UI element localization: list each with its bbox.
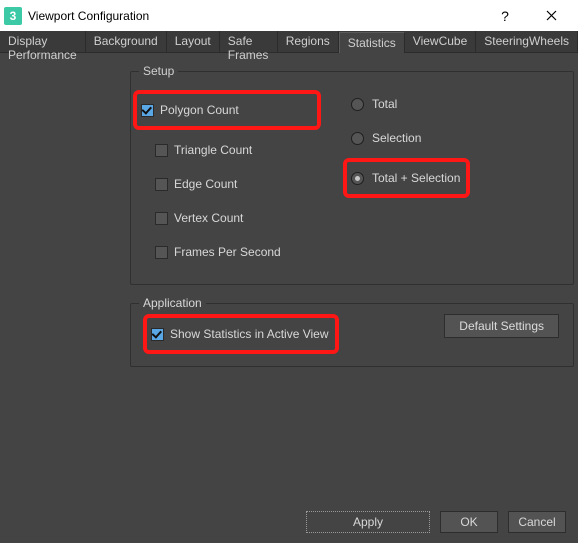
total-selection-radio[interactable] [351, 172, 364, 185]
selection-label: Selection [372, 131, 421, 145]
help-button[interactable]: ? [482, 0, 528, 31]
vertex-count-checkbox[interactable] [155, 212, 168, 225]
app-icon: 3 [4, 7, 22, 25]
title-bar: 3 Viewport Configuration ? [0, 0, 578, 31]
total-radio[interactable] [351, 98, 364, 111]
close-button[interactable] [528, 0, 574, 31]
fps-checkbox[interactable] [155, 246, 168, 259]
total-label: Total [372, 97, 397, 111]
application-group: Application Show Statistics in Active Vi… [130, 303, 574, 367]
selection-radio[interactable] [351, 132, 364, 145]
tab-statistics[interactable]: Statistics [339, 32, 405, 53]
window-title: Viewport Configuration [28, 9, 149, 23]
show-stats-checkbox[interactable] [151, 328, 164, 341]
edge-count-checkbox[interactable] [155, 178, 168, 191]
tab-layout[interactable]: Layout [167, 31, 220, 52]
polygon-count-checkbox[interactable] [141, 104, 154, 117]
close-icon [546, 10, 557, 21]
tab-regions[interactable]: Regions [278, 31, 339, 52]
triangle-count-label: Triangle Count [174, 143, 252, 157]
cancel-button[interactable]: Cancel [508, 511, 566, 533]
edge-count-label: Edge Count [174, 177, 237, 191]
highlight-total-selection: Total + Selection [343, 158, 470, 198]
setup-group: Setup Polygon Count Triangle Count Edge … [130, 71, 574, 285]
total-selection-label: Total + Selection [372, 171, 460, 185]
tab-strip: Display Performance Background Layout Sa… [0, 31, 578, 53]
polygon-count-label: Polygon Count [160, 103, 239, 117]
fps-label: Frames Per Second [174, 245, 281, 259]
dialog-buttons: Apply OK Cancel [306, 511, 566, 533]
setup-legend: Setup [139, 64, 178, 78]
tab-background[interactable]: Background [86, 31, 167, 52]
highlight-polygon-count: Polygon Count [133, 90, 321, 130]
content-area: Setup Polygon Count Triangle Count Edge … [0, 53, 578, 373]
default-settings-button[interactable]: Default Settings [444, 314, 559, 338]
tab-steeringwheels[interactable]: SteeringWheels [476, 31, 578, 52]
ok-button[interactable]: OK [440, 511, 498, 533]
triangle-count-checkbox[interactable] [155, 144, 168, 157]
vertex-count-label: Vertex Count [174, 211, 243, 225]
apply-button[interactable]: Apply [306, 511, 430, 533]
show-stats-label: Show Statistics in Active View [170, 327, 329, 341]
highlight-show-stats: Show Statistics in Active View [143, 314, 339, 354]
tab-safe-frames[interactable]: Safe Frames [220, 31, 278, 52]
tab-display-performance[interactable]: Display Performance [0, 31, 86, 52]
tab-viewcube[interactable]: ViewCube [405, 31, 476, 52]
application-legend: Application [139, 296, 206, 310]
